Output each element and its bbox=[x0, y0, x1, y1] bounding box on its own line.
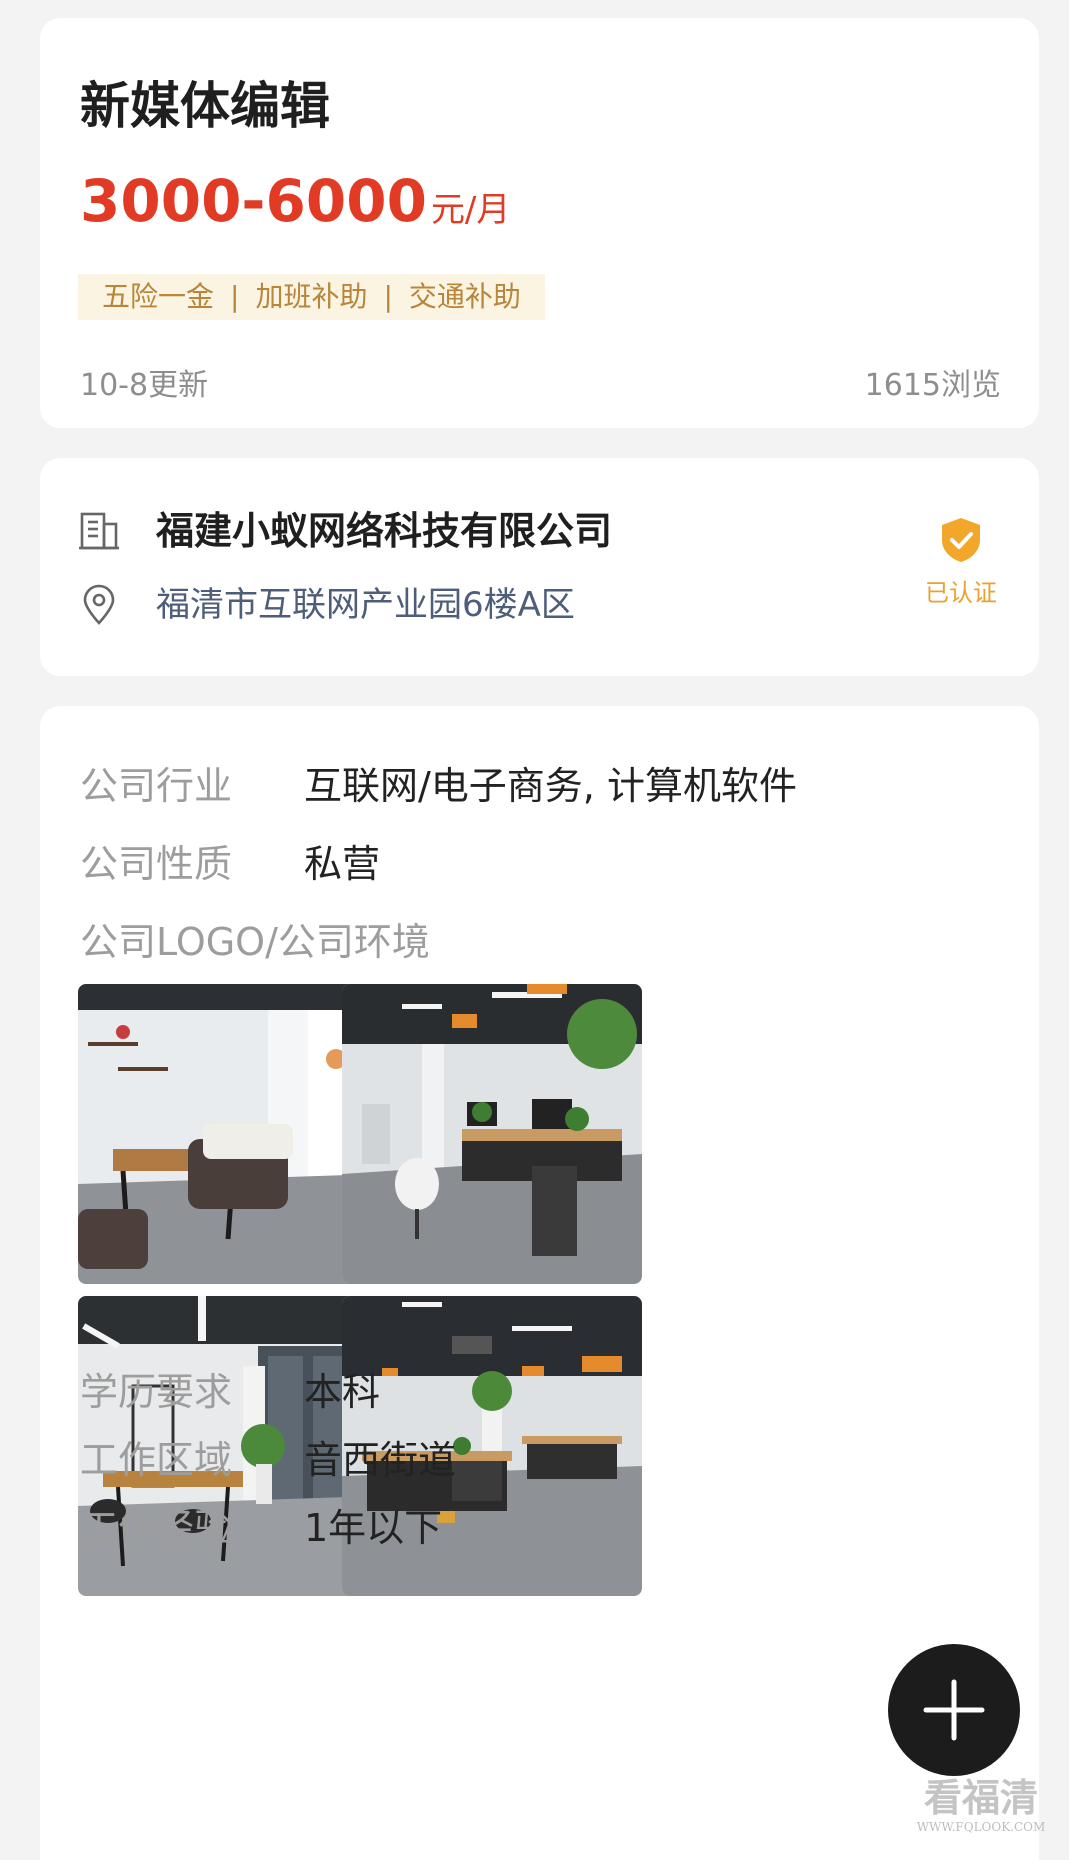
nature-value: 私营 bbox=[304, 842, 381, 886]
work-area-label: 工作区域 bbox=[80, 1438, 233, 1482]
experience-value: 1年以下 bbox=[304, 1506, 443, 1550]
industry-value: 互联网/电子商务, 计算机软件 bbox=[304, 764, 797, 808]
experience-row: 工作经验 1年以下 bbox=[80, 1502, 442, 1562]
watermark-logo: 看福清 WWW.FQLOOK.COM bbox=[906, 1775, 1056, 1835]
company-name[interactable]: 福建小蚁网络科技有限公司 bbox=[156, 506, 612, 556]
plus-icon bbox=[923, 1679, 985, 1741]
work-area-value: 音西街道 bbox=[304, 1438, 457, 1482]
education-row: 学历要求 本科 bbox=[80, 1366, 380, 1426]
industry-label: 公司行业 bbox=[80, 764, 233, 808]
company-address[interactable]: 福清市互联网产业园6楼A区 bbox=[156, 582, 575, 628]
verified-badge: 已认证 bbox=[921, 516, 1001, 608]
salary-range: 3000-6000 bbox=[80, 167, 427, 235]
benefit-tag: 交通补助 bbox=[408, 280, 521, 313]
verified-label: 已认证 bbox=[925, 579, 997, 607]
watermark-text: 看福清 bbox=[923, 1775, 1038, 1820]
work-area-row: 工作区域 音西街道 bbox=[80, 1434, 456, 1494]
location-pin-icon bbox=[83, 584, 115, 625]
office-lounge-photo[interactable] bbox=[78, 984, 378, 1284]
company-details-card: 公司行业 互联网/电子商务, 计算机软件 公司性质 私营 公司LOGO/公司环境 bbox=[40, 706, 1039, 1860]
company-card[interactable]: 福建小蚁网络科技有限公司 福清市互联网产业园6楼A区 已认证 bbox=[40, 458, 1039, 676]
benefit-tag: 五险一金 bbox=[102, 280, 215, 313]
job-title: 新媒体编辑 bbox=[80, 77, 330, 135]
salary-unit: 元/月 bbox=[430, 190, 511, 230]
watermark-url: WWW.FQLOOK.COM bbox=[916, 1820, 1046, 1834]
education-label: 学历要求 bbox=[80, 1370, 233, 1414]
benefits-tags: 五险一金 | 加班补助 | 交通补助 bbox=[78, 274, 545, 320]
job-detail-page: 新媒体编辑 3000-6000 元/月 五险一金 | 加班补助 | 交通补助 10-8更新… bbox=[0, 0, 1069, 1860]
benefit-tag: 加班补助 bbox=[255, 280, 368, 313]
education-value: 本科 bbox=[304, 1370, 381, 1414]
update-date: 10-8更新 bbox=[80, 368, 209, 403]
view-count: 1615浏览 bbox=[864, 368, 1001, 403]
job-summary-card: 新媒体编辑 3000-6000 元/月 五险一金 | 加班补助 | 交通补助 10-8更新… bbox=[40, 18, 1039, 428]
building-icon bbox=[79, 512, 119, 550]
add-fab-button[interactable] bbox=[888, 1644, 1020, 1776]
benefit-separator: | bbox=[230, 280, 240, 313]
benefit-separator: | bbox=[383, 280, 393, 313]
photos-label: 公司LOGO/公司环境 bbox=[80, 920, 430, 964]
office-workstations-photo[interactable] bbox=[342, 984, 642, 1284]
salary: 3000-6000 元/月 bbox=[80, 168, 510, 249]
experience-label: 工作经验 bbox=[80, 1506, 233, 1550]
nature-row: 公司性质 私营 bbox=[80, 838, 380, 898]
industry-row: 公司行业 互联网/电子商务, 计算机软件 bbox=[80, 760, 797, 820]
shield-check-icon bbox=[942, 518, 980, 562]
nature-label: 公司性质 bbox=[80, 842, 233, 886]
